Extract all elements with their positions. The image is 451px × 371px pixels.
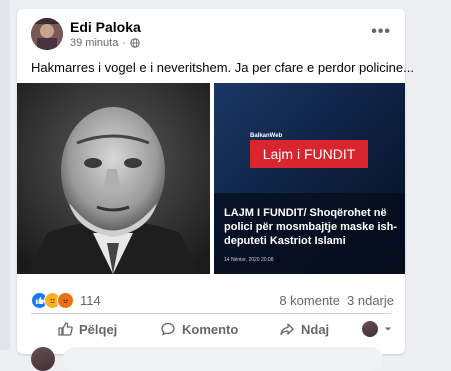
angry-icon: [57, 292, 74, 309]
share-icon: [280, 323, 294, 336]
meta-separator: ·: [122, 37, 126, 49]
actions-divider: [31, 313, 391, 314]
reaction-count: 114: [80, 293, 101, 308]
reaction-icons: [31, 292, 74, 309]
post-text: Hakmarres i vogel e i neveritshem. Ja pe…: [31, 60, 414, 75]
background-strip: [0, 0, 10, 350]
comment-input[interactable]: [63, 347, 383, 371]
globe-icon[interactable]: [130, 38, 140, 48]
comment-label: Komento: [182, 321, 239, 337]
post-meta: 39 minuta ·: [70, 37, 140, 49]
engagement-stats: 8 komente 3 ndarje: [279, 293, 394, 308]
like-label: Pëlqej: [79, 321, 118, 337]
news-dateline: 14 Nëntor, 2020 20:08: [224, 257, 274, 263]
more-options-icon[interactable]: •••: [371, 23, 391, 41]
author-name[interactable]: Edi Paloka: [70, 19, 141, 35]
portrait-photo[interactable]: [17, 83, 210, 274]
balkanweb-logo: BalkanWeb: [250, 133, 283, 139]
chevron-down-icon: [385, 327, 391, 331]
post-images[interactable]: BalkanWeb Lajm i FUNDIT LAJM I FUNDIT/ S…: [17, 83, 405, 285]
post-card: Edi Paloka 39 minuta · ••• Hakmarres i v…: [17, 9, 414, 371]
news-headline: LAJM I FUNDIT/ Shoqërohet në polici për …: [224, 207, 398, 247]
share-count[interactable]: 3 ndarje: [347, 293, 394, 308]
comment-icon: [161, 322, 175, 336]
share-label: Ndaj: [301, 321, 330, 337]
news-photo[interactable]: BalkanWeb Lajm i FUNDIT LAJM I FUNDIT/ S…: [214, 83, 405, 274]
comment-count[interactable]: 8 komente: [279, 293, 340, 308]
profile-mini-avatar: [362, 321, 378, 337]
comment-button[interactable]: Komento: [160, 315, 238, 343]
write-comment-row: [31, 347, 391, 371]
audience-selector[interactable]: [362, 315, 392, 343]
like-button[interactable]: Pëlqej: [57, 315, 117, 343]
reactions-summary[interactable]: 114: [31, 292, 101, 309]
post-actions: Pëlqej Komento Ndaj: [17, 315, 405, 343]
post-time[interactable]: 39 minuta: [70, 37, 118, 49]
author-avatar[interactable]: [31, 18, 63, 50]
thumbs-up-icon: [58, 322, 73, 336]
share-button[interactable]: Ndaj: [279, 315, 329, 343]
breaking-news-banner: Lajm i FUNDIT: [250, 140, 368, 168]
commenter-avatar: [31, 347, 55, 371]
